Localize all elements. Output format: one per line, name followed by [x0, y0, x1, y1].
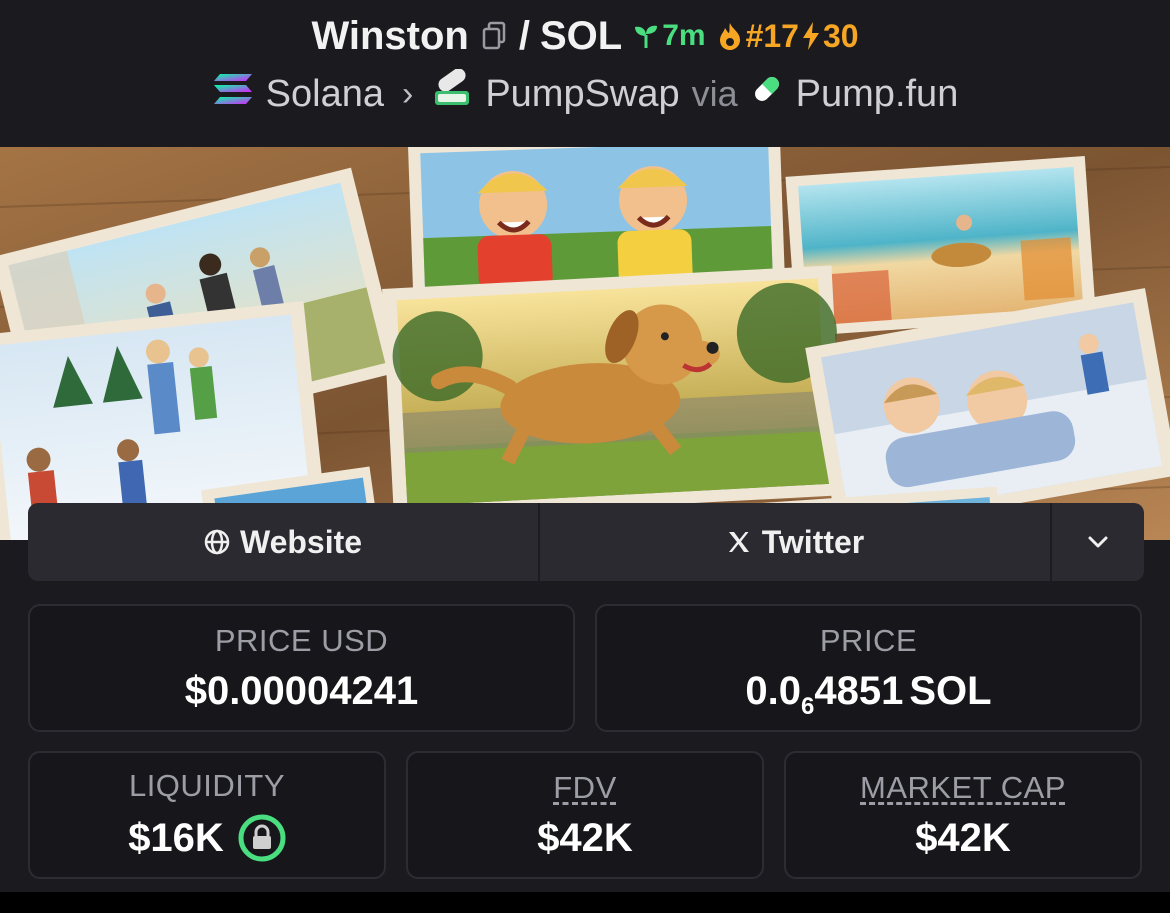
trending-rank[interactable]: #17 30 — [716, 18, 859, 55]
via-label: via — [691, 73, 738, 114]
website-button[interactable]: Website — [28, 503, 540, 581]
price-native-digits: 4851 — [814, 668, 904, 713]
liquidity-card: LIQUIDITY $16K — [28, 751, 386, 879]
x-icon — [728, 532, 749, 552]
token-banner-image — [0, 147, 1170, 540]
pair-age: 7m — [632, 19, 706, 53]
fdv-value: $42K — [537, 815, 633, 860]
age-text: 7m — [662, 19, 706, 52]
boost-count: 30 — [822, 17, 859, 54]
price-native-zero-count: 6 — [801, 692, 815, 720]
liquidity-label: LIQUIDITY — [128, 768, 286, 803]
chevron-down-icon — [1088, 536, 1108, 548]
price-native-label: PRICE — [819, 622, 918, 658]
pumpfun-icon — [750, 72, 784, 116]
rank-text: #17 — [745, 17, 799, 54]
liquidity-value-row: $16K — [128, 814, 286, 862]
title-row: Winston / SOL 7m #17 30 — [0, 10, 1170, 62]
market-cap-label[interactable]: MARKET CAP — [860, 770, 1066, 806]
more-links-button[interactable] — [1052, 503, 1144, 581]
fdv-label[interactable]: FDV — [553, 770, 617, 806]
price-usd-label: PRICE USD — [214, 622, 389, 658]
bottom-edge — [0, 892, 1170, 913]
liquidity-value: $16K — [128, 815, 224, 860]
price-native-unit: SOL — [909, 668, 992, 713]
twitter-label: Twitter — [761, 523, 865, 560]
price-native-value: 0.0 6 4851 SOL — [745, 668, 992, 720]
launchpad-link[interactable]: Pump.fun — [796, 73, 959, 116]
price-usd-value: $0.00004241 — [184, 668, 419, 713]
quote-symbol: SOL — [539, 13, 623, 58]
lightning-icon — [802, 22, 819, 50]
token-name: Winston — [311, 13, 469, 58]
pumpswap-icon — [431, 68, 473, 119]
twitter-button[interactable]: Twitter — [540, 503, 1052, 581]
chain-link[interactable]: Solana — [266, 73, 384, 116]
price-usd-card: PRICE USD $0.00004241 — [28, 604, 575, 732]
chevron-right-icon: › — [401, 74, 414, 113]
fdv-card[interactable]: FDV $42K — [406, 751, 764, 879]
pair-separator: / — [518, 13, 530, 58]
social-links-bar: Website Twitter — [28, 503, 1144, 581]
market-cap-card[interactable]: MARKET CAP $42K — [784, 751, 1142, 879]
chain-breadcrumb: Solana › PumpSwap via Pump.fun — [0, 68, 1170, 120]
flame-icon — [719, 23, 740, 50]
lock-icon[interactable] — [238, 814, 286, 862]
globe-icon — [204, 529, 230, 555]
copy-icon[interactable] — [479, 19, 509, 53]
solana-icon — [212, 72, 254, 116]
token-header: Winston / SOL 7m #17 30 Solana › PumpSwa… — [0, 0, 1170, 145]
website-label: Website — [239, 523, 363, 560]
price-native-prefix: 0.0 — [745, 668, 802, 713]
sprout-icon — [635, 25, 658, 48]
dex-link[interactable]: PumpSwap — [485, 73, 679, 116]
price-native-card: PRICE 0.0 6 4851 SOL — [595, 604, 1142, 732]
market-cap-value: $42K — [915, 815, 1011, 860]
